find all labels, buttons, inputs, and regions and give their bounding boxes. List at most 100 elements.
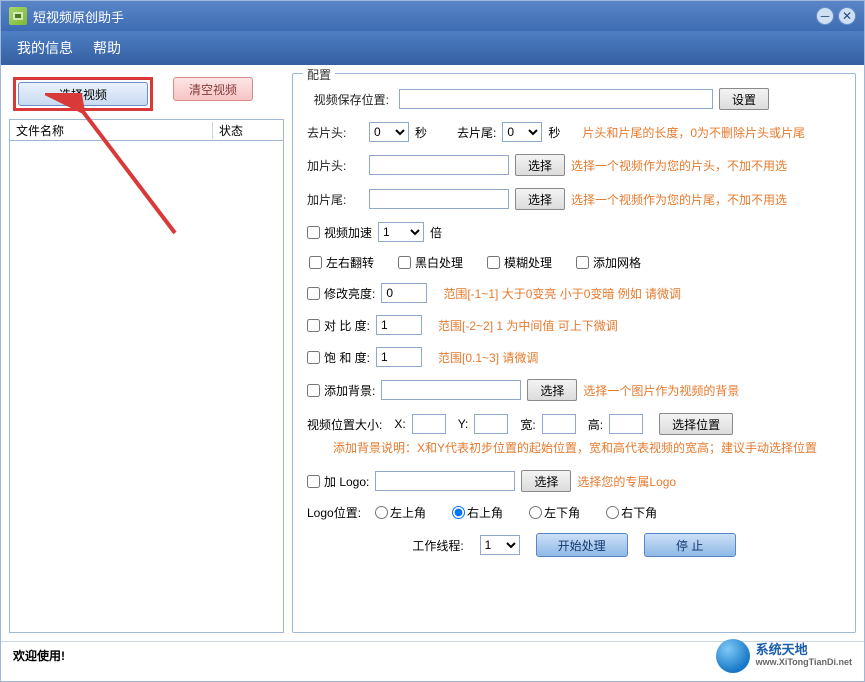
speed-suffix: 倍 (430, 224, 442, 241)
seconds-label-2: 秒 (548, 124, 560, 141)
add-head-hint: 选择一个视频作为您的片头，不加不用选 (571, 157, 787, 174)
logo-pos-tl-label[interactable]: 左上角 (369, 504, 426, 521)
window-controls: ─ ✕ (816, 7, 856, 25)
bg-note: 添加背景说明：X和Y代表初步位置的起始位置，宽和高代表视频的宽高；建议手动选择位… (333, 439, 817, 456)
contrast-input[interactable] (376, 315, 422, 335)
col-filename: 文件名称 (10, 122, 213, 139)
statusbar: 欢迎使用! 系统天地 www.XiTongTianDi.net (1, 641, 864, 669)
logo-pos-tr-radio[interactable] (452, 506, 465, 519)
pos-h-label: 高: (588, 416, 603, 433)
clear-video-button[interactable]: 清空视频 (173, 77, 253, 101)
welcome-text: 欢迎使用! (13, 647, 65, 664)
logo-pos-tr-label[interactable]: 右上角 (446, 504, 503, 521)
logo-pos-label: Logo位置: (307, 504, 361, 521)
menu-my-info[interactable]: 我的信息 (17, 38, 73, 58)
start-button[interactable]: 开始处理 (536, 533, 628, 557)
select-video-button[interactable]: 选择视频 (18, 82, 148, 106)
config-panel: 配置 视频保存位置: 设置 去片头: 0 秒 去片尾: 0 秒 片头和片尾的长度… (292, 73, 856, 633)
add-tail-hint: 选择一个视频作为您的片尾，不加不用选 (571, 191, 787, 208)
brightness-hint: 范围[-1~1] 大于0变亮 小于0变暗 例如 请微调 (443, 285, 681, 302)
logo-choose-button[interactable]: 选择 (521, 470, 571, 492)
blur-checkbox[interactable] (487, 256, 500, 269)
contrast-checkbox-label[interactable]: 对 比 度: (307, 317, 370, 334)
row-contrast: 对 比 度: 范围[-2~2] 1 为中间值 可上下微调 (307, 315, 841, 335)
brightness-checkbox[interactable] (307, 287, 320, 300)
config-legend: 配置 (303, 66, 335, 83)
bw-checkbox-label[interactable]: 黑白处理 (398, 254, 463, 271)
titlebar: 短视频原创助手 ─ ✕ (1, 1, 864, 31)
pos-w-input[interactable] (542, 414, 576, 434)
saturation-checkbox-label[interactable]: 饱 和 度: (307, 349, 370, 366)
left-buttons: 选择视频 清空视频 (9, 73, 284, 119)
saturation-input[interactable] (376, 347, 422, 367)
save-path-label: 视频保存位置: (307, 91, 393, 108)
flip-checkbox-label[interactable]: 左右翻转 (309, 254, 374, 271)
add-head-label: 加片头: (307, 157, 363, 174)
trim-head-label: 去片头: (307, 124, 363, 141)
minimize-button[interactable]: ─ (816, 7, 834, 25)
file-list-body[interactable] (9, 141, 284, 633)
save-path-input[interactable] (399, 89, 713, 109)
grid-checkbox[interactable] (576, 256, 589, 269)
threads-select[interactable]: 1 (480, 535, 520, 555)
bg-checkbox-label[interactable]: 添加背景: (307, 382, 375, 399)
logo-checkbox[interactable] (307, 475, 320, 488)
speed-checkbox-label[interactable]: 视频加速 (307, 224, 372, 241)
logo-pos-br-radio[interactable] (606, 506, 619, 519)
bw-checkbox[interactable] (398, 256, 411, 269)
grid-checkbox-label[interactable]: 添加网格 (576, 254, 641, 271)
brightness-input[interactable] (381, 283, 427, 303)
add-head-choose-button[interactable]: 选择 (515, 154, 565, 176)
row-saturation: 饱 和 度: 范围[0.1~3] 请微调 (307, 347, 841, 367)
row-add-tail: 加片尾: 选择 选择一个视频作为您的片尾，不加不用选 (307, 188, 841, 210)
logo-hint: 选择您的专属Logo (577, 473, 676, 490)
logo-input[interactable] (375, 471, 515, 491)
brand-url: www.XiTongTianDi.net (756, 658, 852, 668)
choose-pos-button[interactable]: 选择位置 (659, 413, 733, 435)
logo-checkbox-label[interactable]: 加 Logo: (307, 473, 369, 490)
app-window: 短视频原创助手 ─ ✕ 我的信息 帮助 选择视频 清空视频 文件名称 状态 (0, 0, 865, 682)
speed-select[interactable]: 1 (378, 222, 424, 242)
menu-help[interactable]: 帮助 (93, 38, 121, 58)
pos-x-label: X: (394, 417, 405, 431)
brand-text: 系统天地 www.XiTongTianDi.net (756, 643, 852, 667)
row-bg: 添加背景: 选择 选择一个图片作为视频的背景 (307, 379, 841, 401)
close-button[interactable]: ✕ (838, 7, 856, 25)
pos-y-input[interactable] (474, 414, 508, 434)
logo-pos-bl-radio[interactable] (529, 506, 542, 519)
row-threads: 工作线程: 1 开始处理 停 止 (307, 533, 841, 557)
saturation-checkbox[interactable] (307, 351, 320, 364)
blur-checkbox-label[interactable]: 模糊处理 (487, 254, 552, 271)
pos-y-label: Y: (458, 417, 469, 431)
stop-button[interactable]: 停 止 (644, 533, 736, 557)
brightness-checkbox-label[interactable]: 修改亮度: (307, 285, 375, 302)
set-path-button[interactable]: 设置 (719, 88, 769, 110)
row-position: 视频位置大小: X: Y: 宽: 高: 选择位置 (307, 413, 841, 435)
app-icon (9, 7, 27, 25)
row-filters: 左右翻转 黑白处理 模糊处理 添加网格 (307, 254, 841, 271)
trim-tail-select[interactable]: 0 (502, 122, 542, 142)
add-tail-input[interactable] (369, 189, 509, 209)
menubar: 我的信息 帮助 (1, 31, 864, 65)
logo-pos-br-label[interactable]: 右下角 (600, 504, 657, 521)
row-logo-pos: Logo位置: 左上角 右上角 左下角 右下角 (307, 504, 841, 521)
logo-pos-bl-label[interactable]: 左下角 (523, 504, 580, 521)
pos-x-input[interactable] (412, 414, 446, 434)
row-bg-note: 添加背景说明：X和Y代表初步位置的起始位置，宽和高代表视频的宽高；建议手动选择位… (307, 439, 841, 456)
flip-checkbox[interactable] (309, 256, 322, 269)
pos-h-input[interactable] (609, 414, 643, 434)
contrast-checkbox[interactable] (307, 319, 320, 332)
col-status: 状态 (213, 122, 283, 139)
content-area: 选择视频 清空视频 文件名称 状态 配置 视频保存位置: 设置 去 (1, 65, 864, 641)
row-add-head: 加片头: 选择 选择一个视频作为您的片头，不加不用选 (307, 154, 841, 176)
bg-input[interactable] (381, 380, 521, 400)
add-head-input[interactable] (369, 155, 509, 175)
logo-pos-tl-radio[interactable] (375, 506, 388, 519)
add-tail-choose-button[interactable]: 选择 (515, 188, 565, 210)
bg-hint: 选择一个图片作为视频的背景 (583, 382, 739, 399)
trim-hint: 片头和片尾的长度，0为不删除片头或片尾 (582, 124, 805, 141)
speed-checkbox[interactable] (307, 226, 320, 239)
bg-checkbox[interactable] (307, 384, 320, 397)
bg-choose-button[interactable]: 选择 (527, 379, 577, 401)
trim-head-select[interactable]: 0 (369, 122, 409, 142)
